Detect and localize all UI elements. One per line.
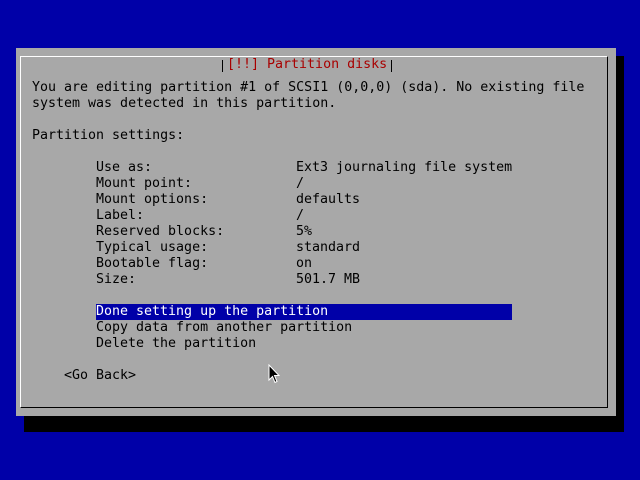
setting-value-mount-options: defaults — [296, 192, 361, 207]
setting-label-mount-options: Mount options: — [96, 192, 209, 207]
setting-value-label: / — [296, 208, 305, 223]
partition-dialog: [!!] Partition disks You are editing par… — [16, 48, 616, 416]
setting-label-mount-point: Mount point: — [96, 176, 193, 191]
delete-partition-item[interactable]: Delete the partition — [96, 336, 256, 352]
mouse-pointer-icon — [268, 364, 280, 384]
setting-value-mount-point: / — [296, 176, 305, 191]
dialog-title: [!!] Partition disks — [221, 57, 394, 73]
intro-line-2: system was detected in this partition. — [32, 96, 337, 111]
setting-label-size: Size: — [96, 272, 137, 287]
done-setting-up-partition-item[interactable]: Done setting up the partition — [96, 304, 512, 320]
setting-value-reserved-blocks: 5% — [296, 224, 313, 239]
setting-value-bootable-flag: on — [296, 256, 313, 271]
setting-value-size: 501.7 MB — [296, 272, 361, 287]
intro-line-1: You are editing partition #1 of SCSI1 (0… — [32, 80, 585, 95]
setting-label-label: Label: — [96, 208, 145, 223]
go-back-button[interactable]: <Go Back> — [64, 368, 136, 384]
setting-value-typical-usage: standard — [296, 240, 361, 255]
setting-label-use-as: Use as: — [96, 160, 153, 175]
copy-data-item[interactable]: Copy data from another partition — [96, 320, 352, 336]
setting-value-use-as: Ext3 journaling file system — [296, 160, 513, 175]
setting-label-bootable-flag: Bootable flag: — [96, 256, 209, 271]
settings-heading: Partition settings: — [32, 128, 185, 143]
setting-label-reserved-blocks: Reserved blocks: — [96, 224, 225, 239]
setting-label-typical-usage: Typical usage: — [96, 240, 209, 255]
